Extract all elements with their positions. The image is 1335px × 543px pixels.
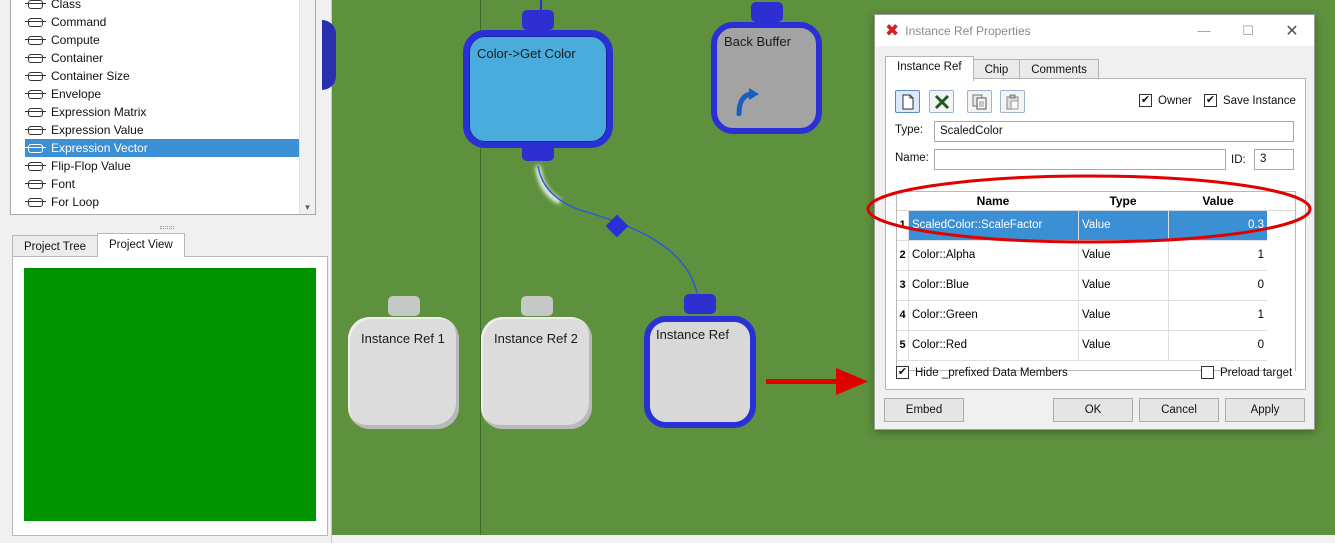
type-label: Type: [895, 124, 924, 136]
node-instance-ref-1[interactable]: Instance Ref 1 [348, 296, 459, 432]
node-title: Instance Ref 1 [361, 331, 445, 346]
cell-type[interactable]: Value [1078, 301, 1168, 330]
preload-target-check-icon[interactable] [1201, 366, 1214, 379]
dialog-titlebar[interactable]: ✖ Instance Ref Properties — ☐ ✕ [875, 15, 1314, 46]
copy-button[interactable] [967, 90, 992, 113]
node-input-pin[interactable] [684, 294, 716, 314]
dialog-tabbar: Instance Ref Chip Comments [885, 56, 1099, 81]
node-instance-ref-selected[interactable]: Instance Ref [644, 294, 756, 430]
new-document-icon [902, 94, 913, 109]
node-color-get-color[interactable]: Color->Get Color [463, 4, 613, 168]
annotation-arrow-icon [766, 368, 868, 395]
new-button[interactable] [895, 90, 920, 113]
save-instance-checkbox[interactable]: ✔ Save Instance [1204, 94, 1296, 107]
preload-target-label: Preload target [1220, 366, 1293, 379]
tab-chip[interactable]: Chip [972, 59, 1021, 80]
node-input-pin[interactable] [520, 296, 553, 316]
paste-button[interactable] [1000, 90, 1025, 113]
row-number: 5 [897, 331, 908, 360]
type-field[interactable]: ScaledColor [934, 121, 1294, 142]
delete-x-icon [934, 94, 949, 109]
dialog-title: Instance Ref Properties [905, 23, 1031, 38]
node-title: Instance Ref [656, 327, 729, 342]
maximize-icon[interactable]: ☐ [1226, 15, 1270, 46]
node-body[interactable]: Instance Ref 1 [348, 317, 459, 429]
node-body[interactable]: Color->Get Color [463, 30, 613, 148]
row-number: 4 [897, 301, 908, 330]
node-input-pin[interactable] [750, 2, 783, 22]
cell-type[interactable]: Value [1078, 271, 1168, 300]
paste-icon [1006, 94, 1018, 109]
cell-value[interactable]: 0 [1168, 331, 1268, 360]
minimize-icon[interactable]: — [1182, 15, 1226, 46]
id-field[interactable]: 3 [1254, 149, 1294, 170]
hide-prefixed-check-icon[interactable]: ✔ [896, 366, 909, 379]
table-row[interactable]: 4 Color::Green Value 1 [897, 301, 1295, 331]
x-logo-icon: ✖ [885, 20, 900, 41]
node-instance-ref-2[interactable]: Instance Ref 2 [481, 296, 592, 432]
delete-button[interactable] [929, 90, 954, 113]
annotation-ellipse-icon [866, 174, 1312, 244]
name-label: Name: [895, 152, 929, 164]
save-instance-label: Save Instance [1223, 94, 1296, 107]
table-row[interactable]: 3 Color::Blue Value 0 [897, 271, 1295, 301]
node-title: Back Buffer [724, 34, 791, 49]
node-input-pin[interactable] [387, 296, 420, 316]
cell-name[interactable]: Color::Green [908, 301, 1078, 330]
id-label: ID: [1231, 154, 1246, 166]
row-number: 3 [897, 271, 908, 300]
owner-label: Owner [1158, 94, 1192, 107]
cell-name[interactable]: Color::Blue [908, 271, 1078, 300]
curved-arrow-icon [736, 88, 759, 116]
apply-button[interactable]: Apply [1225, 398, 1305, 422]
node-back-buffer[interactable]: Back Buffer [711, 0, 822, 136]
table-row[interactable]: 5 Color::Red Value 0 [897, 331, 1295, 361]
hide-prefixed-checkbox[interactable]: ✔ Hide _prefixed Data Members [896, 366, 1068, 379]
node-body[interactable]: Instance Ref 2 [481, 317, 592, 429]
copy-icon [972, 94, 986, 109]
cancel-button[interactable]: Cancel [1139, 398, 1219, 422]
tab-comments[interactable]: Comments [1019, 59, 1099, 80]
cell-value[interactable]: 0 [1168, 271, 1268, 300]
cell-name[interactable]: Color::Red [908, 331, 1078, 360]
ok-button[interactable]: OK [1053, 398, 1133, 422]
node-body[interactable]: Instance Ref [644, 316, 756, 428]
save-instance-check-icon[interactable]: ✔ [1204, 94, 1217, 107]
owner-check-icon[interactable]: ✔ [1139, 94, 1152, 107]
wire-midpoint-handle[interactable] [605, 214, 629, 238]
tab-project-view[interactable]: Project View [97, 233, 185, 257]
node-title: Color->Get Color [477, 46, 576, 61]
embed-button[interactable]: Embed [884, 398, 964, 422]
name-field[interactable] [934, 149, 1226, 170]
hide-prefixed-label: Hide _prefixed Data Members [915, 366, 1068, 379]
node-title: Instance Ref 2 [494, 331, 578, 346]
node-input-pin[interactable] [522, 10, 554, 30]
tab-instance-ref[interactable]: Instance Ref [885, 56, 974, 81]
close-icon[interactable]: ✕ [1270, 15, 1314, 46]
node-body[interactable]: Back Buffer [711, 22, 822, 134]
cell-type[interactable]: Value [1078, 331, 1168, 360]
cell-value[interactable]: 1 [1168, 301, 1268, 330]
preload-target-checkbox[interactable]: Preload target [1201, 366, 1292, 379]
owner-checkbox[interactable]: ✔ Owner [1139, 94, 1192, 107]
